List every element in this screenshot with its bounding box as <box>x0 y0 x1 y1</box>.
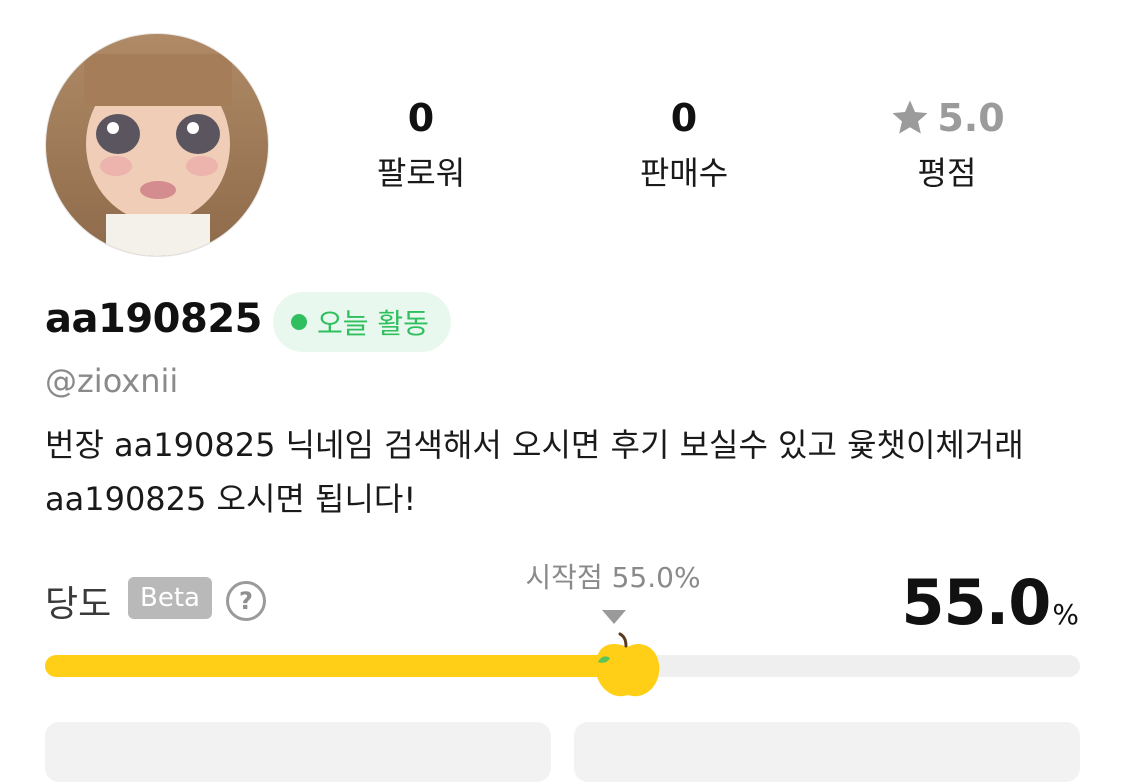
stat-sales[interactable]: 0 판매수 <box>584 95 784 195</box>
sugar-percentage: 55.0% <box>901 566 1079 639</box>
activity-badge: 오늘 활동 <box>273 292 451 352</box>
stat-rating[interactable]: 5.0 평점 <box>847 95 1047 195</box>
sales-label: 판매수 <box>639 154 729 192</box>
rating-value-row: 5.0 <box>847 95 1047 141</box>
profile-bio: 번장 aa190825 닉네임 검색해서 오시면 후기 보실수 있고 윷챗이체거… <box>45 426 1024 518</box>
stat-followers[interactable]: 0 팔로워 <box>321 95 521 195</box>
help-icon[interactable]: ? <box>226 581 266 621</box>
online-dot-icon <box>291 314 307 330</box>
star-icon <box>892 100 928 134</box>
sales-count: 0 <box>670 96 698 140</box>
followers-label: 팔로워 <box>376 154 466 192</box>
rating-label: 평점 <box>917 154 977 192</box>
username: aa190825 <box>45 296 262 342</box>
user-handle: @zioxnii <box>45 362 179 400</box>
sugar-label: 당도 <box>45 584 112 625</box>
start-point-marker-icon <box>602 610 626 624</box>
start-point-label: 시작점 55.0% <box>525 561 701 594</box>
beta-badge: Beta <box>128 577 212 619</box>
profile-action-button-right[interactable] <box>574 722 1080 782</box>
activity-badge-label: 오늘 활동 <box>317 307 429 340</box>
doll-avatar-image <box>46 34 268 256</box>
profile-action-button-left[interactable] <box>45 722 551 782</box>
avatar[interactable] <box>45 33 269 257</box>
sugar-percentage-value: 55.0 <box>901 566 1051 639</box>
sugar-progress-fill <box>45 655 628 677</box>
apple-icon <box>588 630 666 702</box>
followers-count: 0 <box>407 96 435 140</box>
rating-value: 5.0 <box>937 96 1005 140</box>
sugar-percentage-unit: % <box>1052 598 1079 631</box>
sugar-progress-track <box>45 655 1080 677</box>
